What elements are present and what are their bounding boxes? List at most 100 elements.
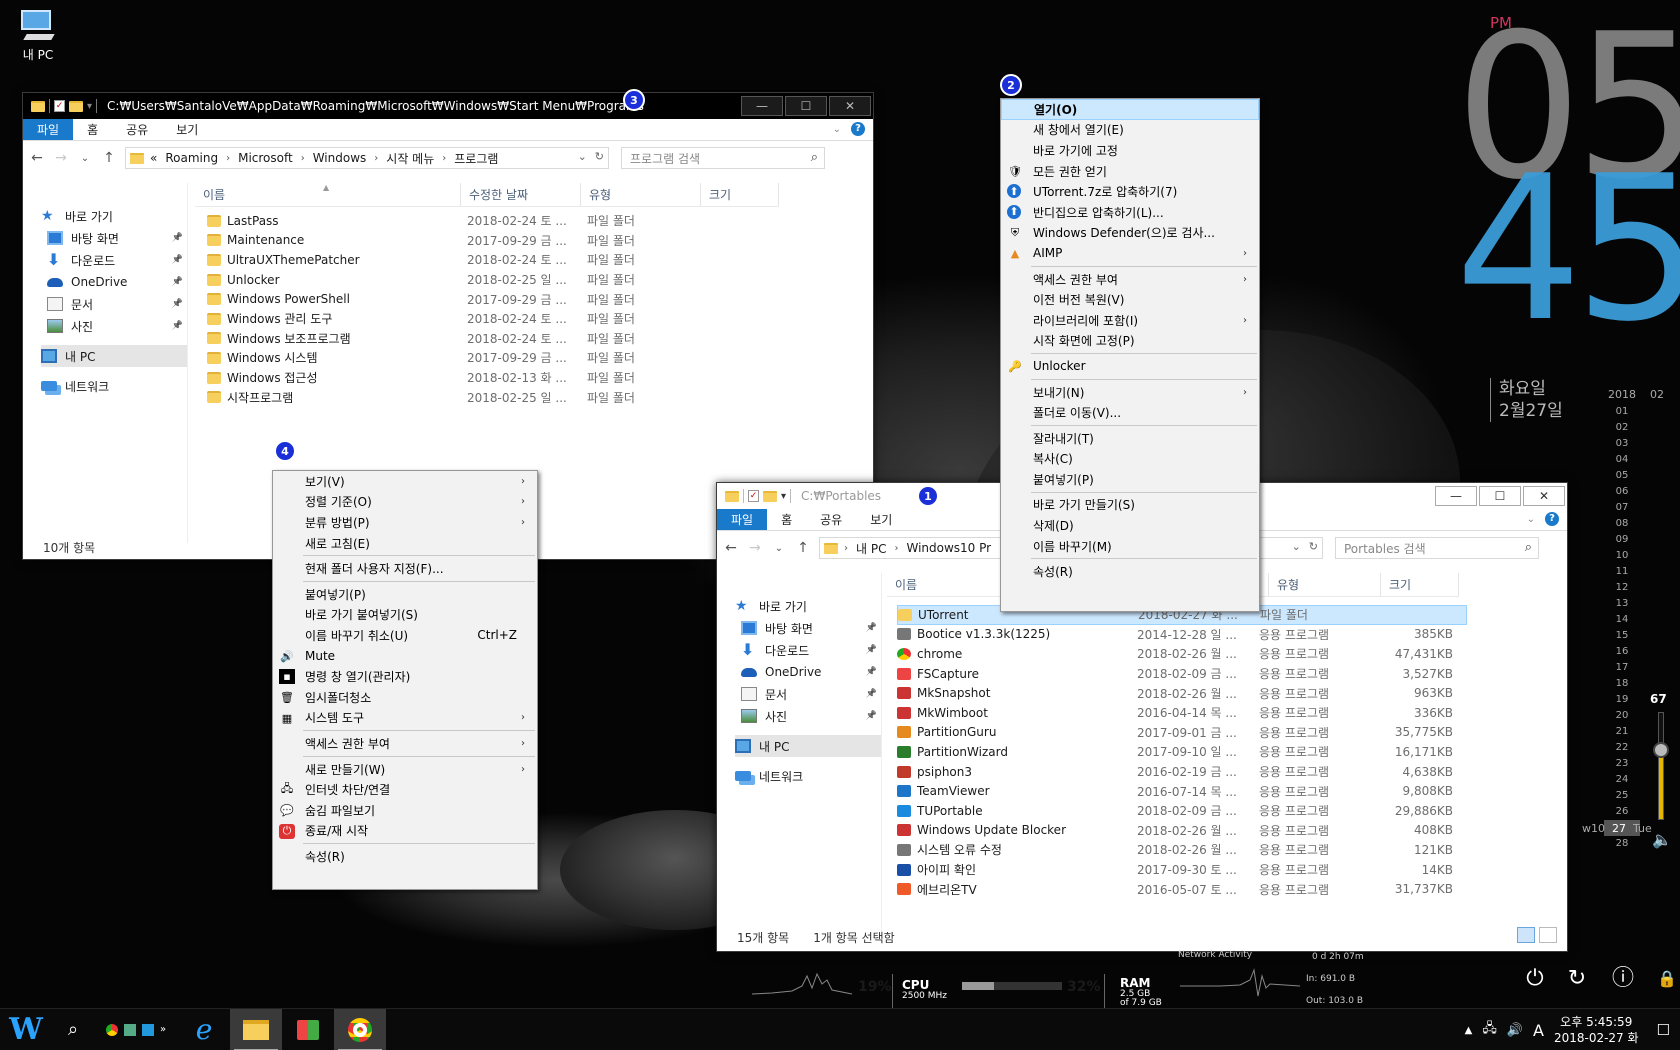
menu-item[interactable]: 삭제(D) — [1001, 515, 1259, 536]
menu-item[interactable]: 액세스 권한 부여 › — [273, 733, 537, 754]
menu-item[interactable]: ⛨ Windows Defender(으)로 검사... — [1001, 223, 1259, 244]
back-icon[interactable]: ← — [29, 150, 45, 166]
nav-item-quick-access[interactable]: ★ 바로 가기 — [41, 205, 187, 227]
menu-item[interactable]: 이름 바꾸기(M) — [1001, 536, 1259, 557]
menu-item[interactable]: ▲ AIMP › — [1001, 243, 1259, 264]
app-quicklaunch-icon-2[interactable] — [141, 1023, 154, 1036]
properties-icon[interactable]: ✓ — [54, 100, 65, 112]
back-icon[interactable]: ← — [723, 540, 739, 556]
menu-item[interactable]: 정렬 기준(O) › — [273, 492, 537, 513]
menu-item[interactable]: 🛡 모든 권한 얻기 — [1001, 161, 1259, 182]
nav-item-downloads[interactable]: ⬇ 다운로드 📌 — [47, 249, 187, 271]
table-row[interactable]: Windows 시스템 2017-09-29 금 ... 파일 폴더 — [207, 348, 767, 368]
menu-item[interactable]: 액세스 권한 부여 › — [1001, 269, 1259, 290]
menu-item[interactable]: 🖧 인터넷 차단/연결 — [273, 779, 537, 800]
close-button[interactable]: ✕ — [829, 96, 871, 116]
menu-item[interactable]: 바로 가기 만들기(S) — [1001, 495, 1259, 516]
table-row[interactable]: Windows Update Blocker 2018-02-26 월 ... 응용… — [897, 821, 1467, 841]
menu-item[interactable]: ▦ 시스템 도구 › — [273, 708, 537, 729]
taskbar-clock[interactable]: 오후 5:45:59 2018-02-27 화 — [1554, 1014, 1639, 1046]
menu-item[interactable]: ⏻ 종료/재 시작 — [273, 821, 537, 842]
customize-qat-icon[interactable]: ▾ — [781, 491, 786, 502]
refresh-icon[interactable]: ↻ — [595, 150, 604, 163]
nav-item-desktop[interactable]: 바탕 화면 📌 — [47, 227, 187, 249]
menu-item[interactable]: 🗑 임시폴더청소 — [273, 687, 537, 708]
recent-locations-icon[interactable]: ⌄ — [771, 543, 787, 554]
search-button[interactable]: ⌕ — [52, 1009, 94, 1050]
nav-item-desktop[interactable]: 바탕 화면 📌 — [741, 617, 881, 639]
recent-locations-icon[interactable]: ⌄ — [77, 153, 93, 164]
desktop-icon-this-pc[interactable]: 내 PC — [14, 10, 62, 63]
address-bar[interactable]: « Roaming › Microsoft › Windows › 시작 메뉴 › 프로… — [125, 147, 609, 169]
menu-item[interactable]: 보내기(N) › — [1001, 382, 1259, 403]
app-quicklaunch-icon[interactable] — [123, 1023, 136, 1036]
menu-item[interactable]: ▪ 명령 창 열기(관리자) — [273, 666, 537, 687]
menu-item[interactable]: 🔑 Unlocker — [1001, 356, 1259, 377]
menu-item[interactable]: 복사(C) — [1001, 449, 1259, 470]
table-row[interactable]: 에브리온TV 2016-05-07 토 ... 응용 프로그램 31,737KB — [897, 879, 1467, 899]
customize-qat-icon[interactable]: ▾ — [87, 101, 92, 112]
column-date[interactable]: 수정한 날짜 — [461, 183, 581, 206]
breadcrumb-overflow[interactable]: « — [150, 151, 157, 165]
large-icons-view-icon[interactable] — [1539, 927, 1557, 943]
tab-share[interactable]: 공유 — [112, 119, 162, 140]
table-row[interactable]: Windows 접근성 2018-02-13 화 ... 파일 폴더 — [207, 368, 767, 388]
minimize-button[interactable]: — — [741, 96, 783, 116]
breadcrumb-item[interactable]: Windows — [313, 151, 367, 165]
menu-item[interactable]: 보기(V) › — [273, 471, 537, 492]
table-row[interactable]: TeamViewer 2016-07-14 목 ... 응용 프로그램 9,808KB — [897, 781, 1467, 801]
power-icon[interactable]: ⏻ — [1522, 966, 1548, 992]
tab-home[interactable]: 홈 — [73, 119, 112, 140]
table-row[interactable]: TUPortable 2018-02-09 금 ... 응용 프로그램 29,886K… — [897, 801, 1467, 821]
breadcrumb-item[interactable]: Microsoft — [238, 151, 293, 165]
table-row[interactable]: PartitionWizard 2017-09-10 일 ... 응용 프로그램 16… — [897, 742, 1467, 762]
column-size[interactable]: 크기 — [701, 183, 779, 206]
search-box[interactable]: Portables 검색 ⌕ — [1335, 537, 1539, 559]
table-row[interactable]: LastPass 2018-02-24 토 ... 파일 폴더 — [207, 211, 767, 231]
taskbar-ie[interactable]: e — [178, 1009, 230, 1050]
menu-item[interactable]: 새 창에서 열기(E) — [1001, 120, 1259, 141]
tab-file[interactable]: 파일 — [23, 119, 74, 140]
menu-item[interactable]: 라이브러리에 포함(I) › — [1001, 310, 1259, 331]
menu-item[interactable]: 속성(R) — [273, 846, 537, 867]
title-bar[interactable]: ✓ ▾ C:₩Users₩SantaloVe₩AppData₩Roaming₩M… — [23, 93, 873, 119]
lock-icon[interactable]: 🔒 — [1654, 966, 1680, 992]
forward-icon[interactable]: → — [747, 540, 763, 556]
menu-item[interactable]: 바로 가기 붙여넣기(S) — [273, 605, 537, 626]
new-folder-icon[interactable] — [763, 490, 777, 502]
nav-item-pictures[interactable]: 사진 📌 — [47, 315, 187, 337]
address-dropdown-icon[interactable]: ⌄ — [578, 150, 587, 163]
maximize-button[interactable]: ☐ — [785, 96, 827, 116]
table-row[interactable]: chrome 2018-02-26 월 ... 응용 프로그램 47,431KB — [897, 644, 1467, 664]
info-icon[interactable]: ⓘ — [1610, 966, 1636, 992]
nav-item-this-pc[interactable]: 내 PC — [735, 735, 881, 757]
table-row[interactable]: Unlocker 2018-02-25 일 ... 파일 폴더 — [207, 270, 767, 290]
help-icon[interactable]: ? — [1545, 512, 1559, 526]
menu-item[interactable]: 💬 숨김 파일보기 — [273, 800, 537, 821]
expand-ribbon-icon[interactable]: ⌄ — [1527, 514, 1535, 525]
overflow-chevron-icon[interactable]: » — [160, 1024, 166, 1035]
nav-item-quick-access[interactable]: ★ 바로 가기 — [735, 595, 881, 617]
menu-item[interactable]: 분류 방법(P) › — [273, 512, 537, 533]
breadcrumb-item[interactable]: 시작 메뉴 — [386, 150, 434, 167]
tab-view[interactable]: 보기 — [856, 509, 906, 530]
column-type[interactable]: 유형 — [1269, 573, 1381, 596]
menu-item[interactable]: 잘라내기(T) — [1001, 428, 1259, 449]
breadcrumb-item[interactable]: Roaming — [165, 151, 218, 165]
breadcrumb-item[interactable]: 프로그램 — [454, 150, 498, 167]
menu-item[interactable]: 이전 버전 복원(V) — [1001, 289, 1259, 310]
volume-slider[interactable] — [1658, 712, 1664, 820]
properties-icon[interactable]: ✓ — [748, 490, 759, 502]
table-row[interactable]: 시작프로그램 2018-02-25 일 ... 파일 폴더 — [207, 387, 767, 407]
menu-item[interactable]: 열기(O) — [1001, 99, 1259, 120]
nav-item-documents[interactable]: 문서 📌 — [47, 293, 187, 315]
taskbar-chrome[interactable] — [334, 1008, 386, 1050]
ime-indicator[interactable]: A — [1533, 1021, 1544, 1040]
menu-item[interactable]: 속성(R) — [1001, 561, 1259, 582]
menu-item[interactable]: 🔊 Mute — [273, 646, 537, 667]
address-dropdown-icon[interactable]: ⌄ — [1292, 540, 1301, 553]
table-row[interactable]: FSCapture 2018-02-09 금 ... 응용 프로그램 3,527KB — [897, 664, 1467, 684]
volume-icon[interactable]: 🔊 — [1507, 1023, 1523, 1038]
search-box[interactable]: 프로그램 검색 ⌕ — [621, 147, 825, 169]
table-row[interactable]: Maintenance 2017-09-29 금 ... 파일 폴더 — [207, 231, 767, 251]
